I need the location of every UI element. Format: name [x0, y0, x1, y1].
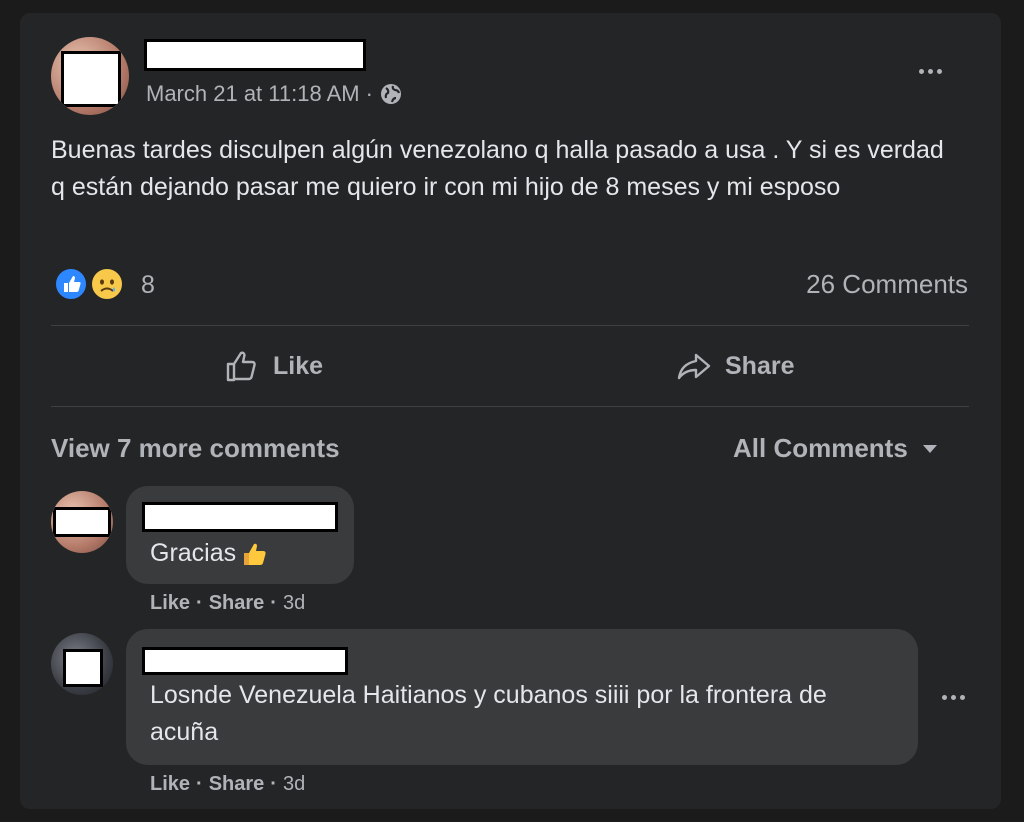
meta-separator: · — [270, 773, 277, 795]
reaction-count[interactable]: 8 — [141, 271, 155, 300]
thumbs-up-emoji-icon — [240, 540, 268, 568]
thumbs-up-outline-icon — [223, 347, 261, 385]
comment-author-avatar[interactable] — [51, 633, 113, 695]
comment-count[interactable]: 26 Comments — [806, 269, 968, 300]
comment-share-link[interactable]: Share — [209, 773, 265, 796]
meta-separator: · — [270, 592, 277, 614]
redaction-box — [53, 507, 111, 537]
comment-bubble: Gracias — [126, 486, 354, 584]
redaction-box — [61, 51, 121, 107]
like-reaction-icon[interactable] — [54, 267, 88, 301]
share-button-label: Share — [725, 351, 795, 380]
comment-like-link[interactable]: Like — [150, 592, 190, 615]
share-button[interactable]: Share — [675, 347, 794, 385]
meta-separator: · — [196, 773, 203, 795]
post-author-avatar[interactable] — [51, 37, 129, 115]
comment-actions: Like · Share · 3d — [150, 773, 305, 796]
comment-timestamp[interactable]: 3d — [283, 592, 305, 615]
caret-down-icon — [922, 444, 938, 454]
more-options-icon[interactable] — [942, 695, 965, 700]
post-card: March 21 at 11:18 AM · Buenas tardes dis… — [20, 13, 1001, 809]
comment-share-link[interactable]: Share — [209, 592, 265, 615]
comment-filter-dropdown[interactable]: All Comments — [733, 433, 938, 464]
post-meta: March 21 at 11:18 AM · — [146, 81, 403, 107]
divider-bottom — [51, 406, 969, 407]
post-timestamp[interactable]: March 21 at 11:18 AM — [146, 81, 360, 107]
comment-bubble: Losnde Venezuela Haitianos y cubanos sii… — [126, 629, 918, 765]
share-arrow-icon — [675, 347, 713, 385]
redaction-box — [63, 649, 103, 687]
comment-author-name-redaction — [142, 502, 338, 532]
comment-text: Gracias — [150, 535, 268, 572]
view-more-comments-link[interactable]: View 7 more comments — [51, 433, 340, 464]
post-body: Buenas tardes disculpen algún venezolano… — [51, 136, 944, 201]
comment-text-content: Gracias — [150, 539, 237, 567]
meta-separator: · — [196, 592, 203, 614]
comment-actions: Like · Share · 3d — [150, 592, 305, 615]
meta-separator: · — [365, 81, 373, 106]
divider-top — [51, 325, 969, 326]
post-author-name-redaction — [144, 39, 366, 71]
comment-author-name-redaction — [142, 647, 348, 675]
sad-reaction-icon[interactable] — [90, 267, 124, 301]
like-button-label: Like — [273, 351, 324, 380]
comment-text: Losnde Venezuela Haitianos y cubanos sii… — [150, 681, 827, 746]
comment-like-link[interactable]: Like — [150, 773, 190, 796]
like-button[interactable]: Like — [223, 347, 323, 385]
more-options-icon[interactable] — [919, 69, 942, 74]
globe-icon[interactable] — [379, 82, 403, 106]
comment-filter-label: All Comments — [733, 433, 908, 463]
comment-author-avatar[interactable] — [51, 491, 113, 553]
comment-timestamp[interactable]: 3d — [283, 773, 305, 796]
